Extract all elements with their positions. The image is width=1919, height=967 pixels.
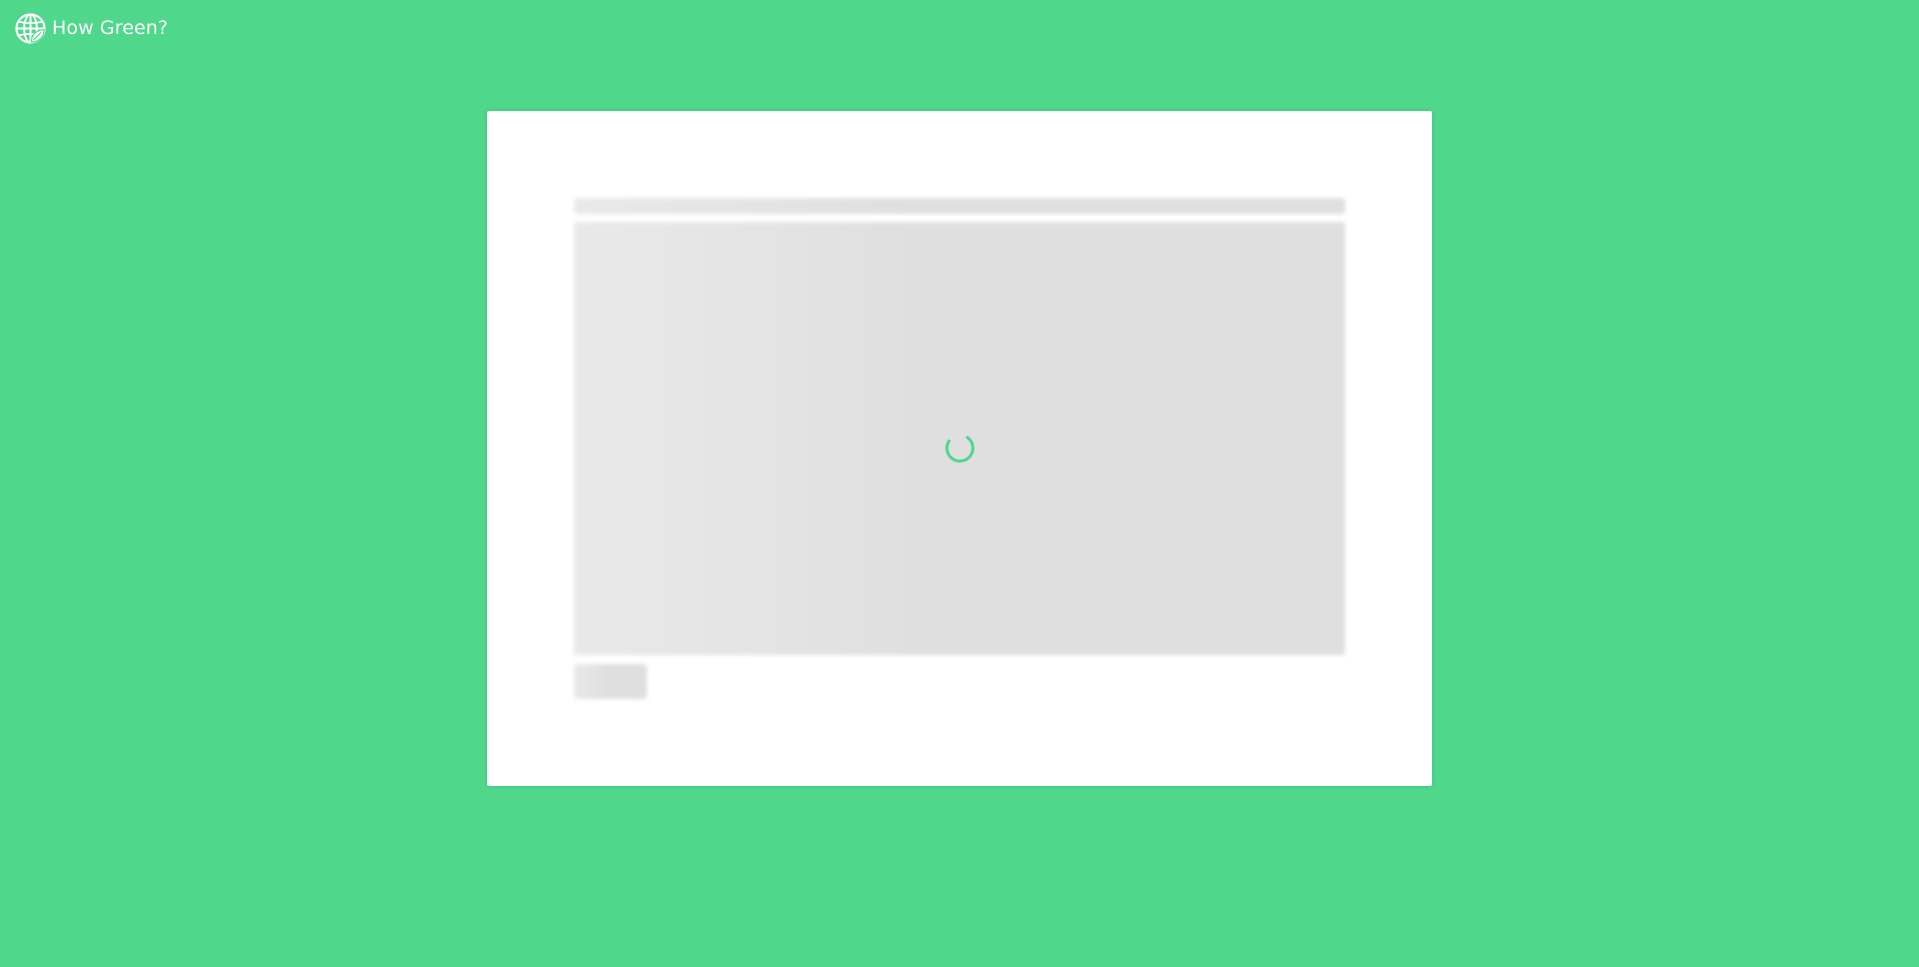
brand-logo-link[interactable]: How Green? <box>15 13 168 44</box>
brand-name: How Green? <box>52 17 169 39</box>
loading-spinner-icon <box>945 436 975 463</box>
globe-leaf-icon <box>15 13 46 44</box>
title-placeholder <box>574 198 1345 214</box>
button-placeholder <box>574 664 647 699</box>
content-card <box>487 111 1432 786</box>
